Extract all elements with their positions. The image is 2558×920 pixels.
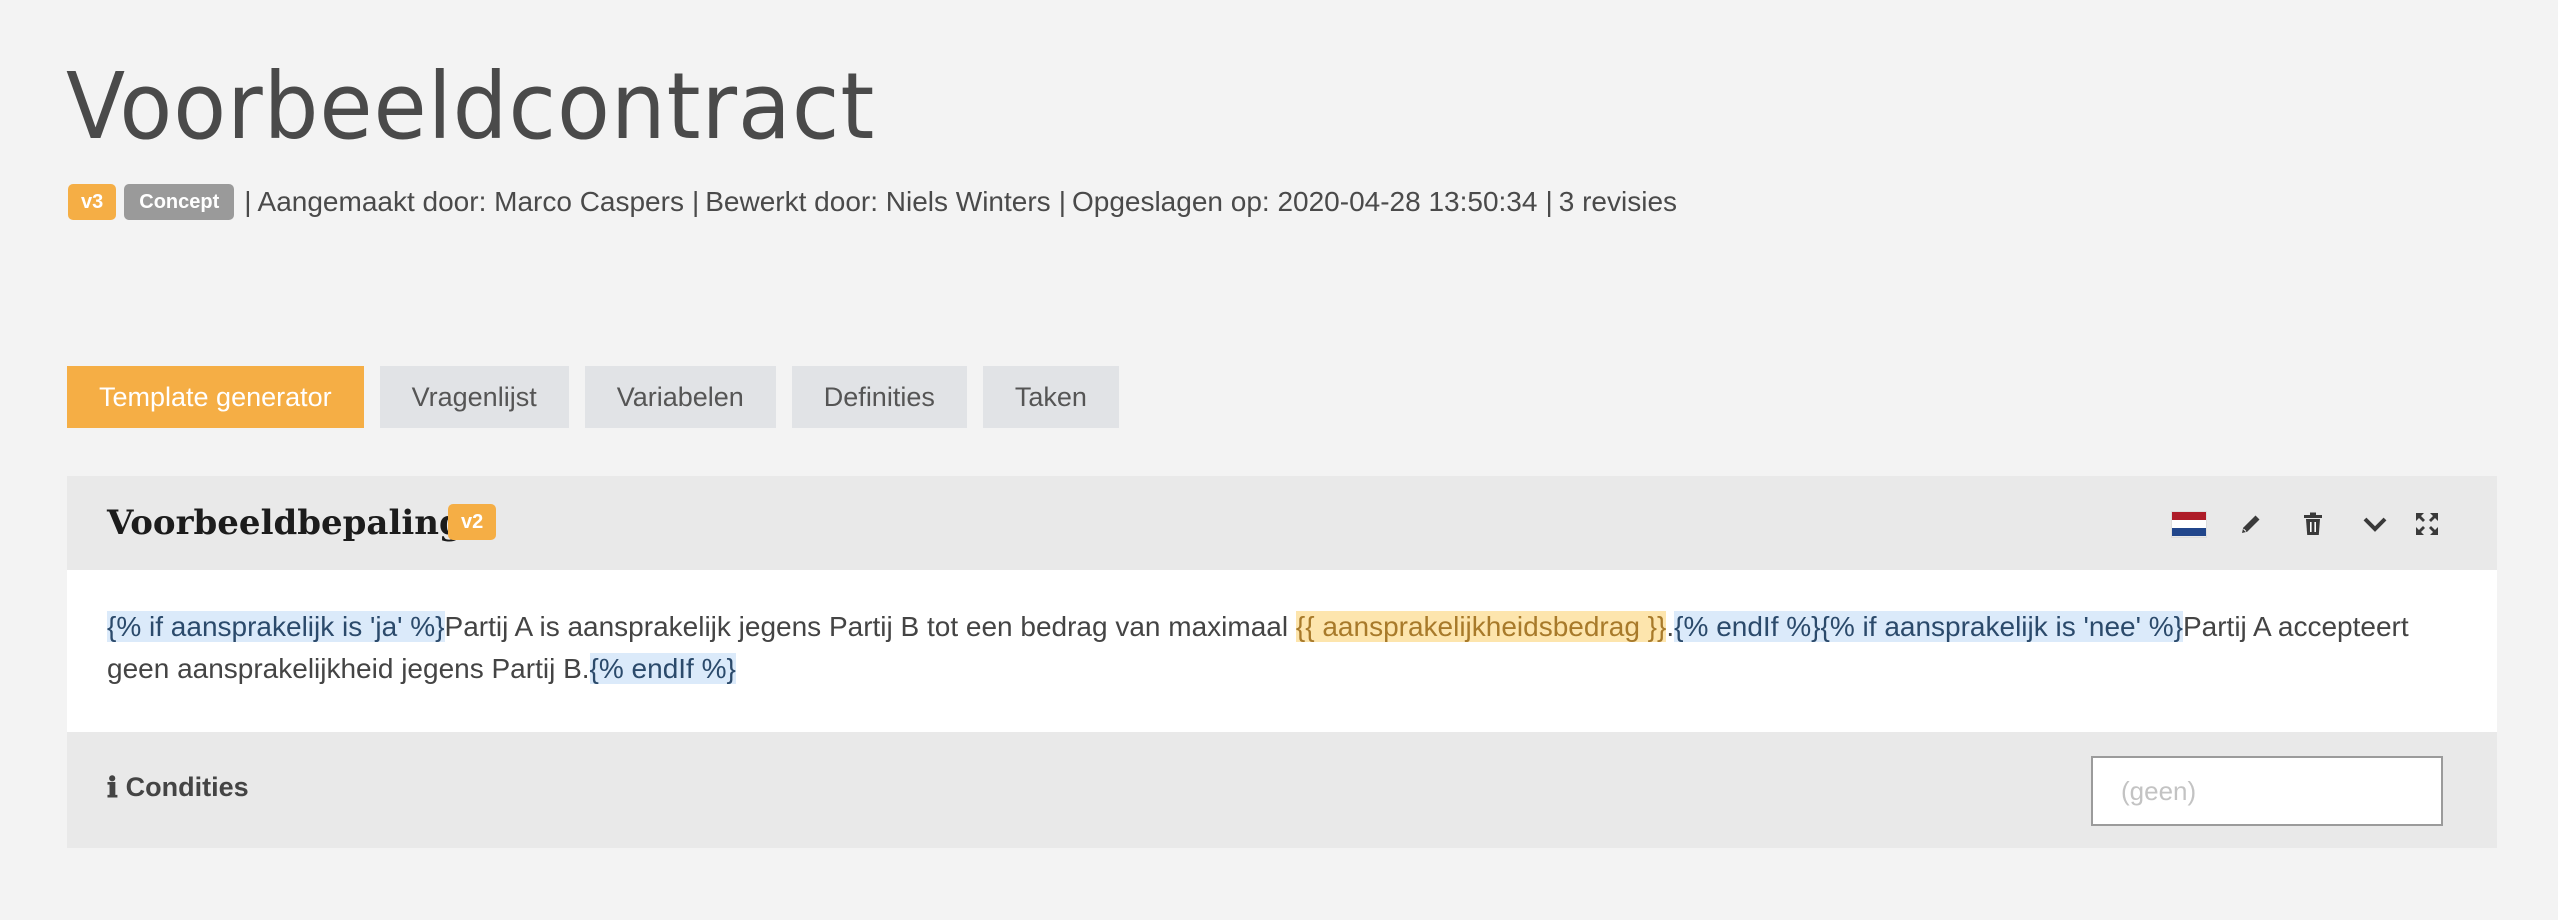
pencil-icon[interactable] — [2231, 506, 2271, 542]
conditions-text: Condities — [125, 772, 249, 802]
chevron-down-icon[interactable] — [2355, 506, 2395, 542]
separator: | — [1058, 186, 1066, 217]
flag-nl-icon[interactable] — [2169, 506, 2209, 542]
edited-by: Bewerkt door: Niels Winters — [705, 186, 1051, 217]
separator: | — [691, 186, 700, 217]
endif-tag: {% endIf %} — [589, 653, 736, 684]
tab-template-generator[interactable]: Template generator — [67, 366, 364, 428]
clause-actions — [2147, 506, 2447, 542]
document-meta: v3 Concept | Aangemaakt door: Marco Casp… — [68, 183, 1677, 221]
clause-title: Voorbeeldbepaling — [107, 503, 463, 543]
expand-icon[interactable] — [2407, 506, 2447, 542]
if-tag: {% if aansprakelijk is 'ja' %} — [107, 611, 445, 642]
clause-text-segment: Partij A is aansprakelijk jegens Partij … — [444, 611, 1296, 642]
tab-bar: Template generator Vragenlijst Variabele… — [67, 366, 1135, 428]
separator: | — [1545, 186, 1553, 217]
clause-text-segment: . — [1666, 611, 1675, 642]
created-by: Aangemaakt door: Marco Caspers — [257, 186, 684, 217]
clause-card: Voorbeeldbepaling v2 {% if aansprakelijk… — [67, 476, 2497, 848]
saved-at: Opgeslagen op: 2020-04-28 13:50:34 — [1071, 186, 1538, 217]
tab-definities[interactable]: Definities — [791, 366, 967, 428]
endif-tag: {% endIf %} — [1674, 611, 1821, 642]
conditions-input[interactable] — [2091, 756, 2443, 826]
status-badge: Concept — [124, 184, 235, 220]
if-tag: {% if aansprakelijk is 'nee' %} — [1820, 611, 2183, 642]
revision-count: 3 revisies — [1558, 186, 1678, 217]
variable-tag: {{ aansprakelijkheidsbedrag }} — [1295, 611, 1667, 642]
separator: | — [244, 186, 252, 217]
page-title: Voorbeeldcontract — [66, 53, 876, 160]
tab-variabelen[interactable]: Variabelen — [584, 366, 776, 428]
conditions-bar: ℹ Condities — [67, 732, 2497, 848]
info-icon: ℹ — [107, 771, 118, 804]
trash-icon[interactable] — [2293, 506, 2333, 542]
tab-vragenlijst[interactable]: Vragenlijst — [379, 366, 569, 428]
tab-taken[interactable]: Taken — [982, 366, 1119, 428]
clause-version-badge: v2 — [448, 504, 497, 540]
clause-header: Voorbeeldbepaling v2 — [67, 476, 2497, 570]
clause-text[interactable]: {% if aansprakelijk is 'ja' %}Partij A i… — [67, 570, 2497, 732]
conditions-label: ℹ Condities — [107, 771, 249, 804]
version-badge: v3 — [68, 184, 117, 220]
